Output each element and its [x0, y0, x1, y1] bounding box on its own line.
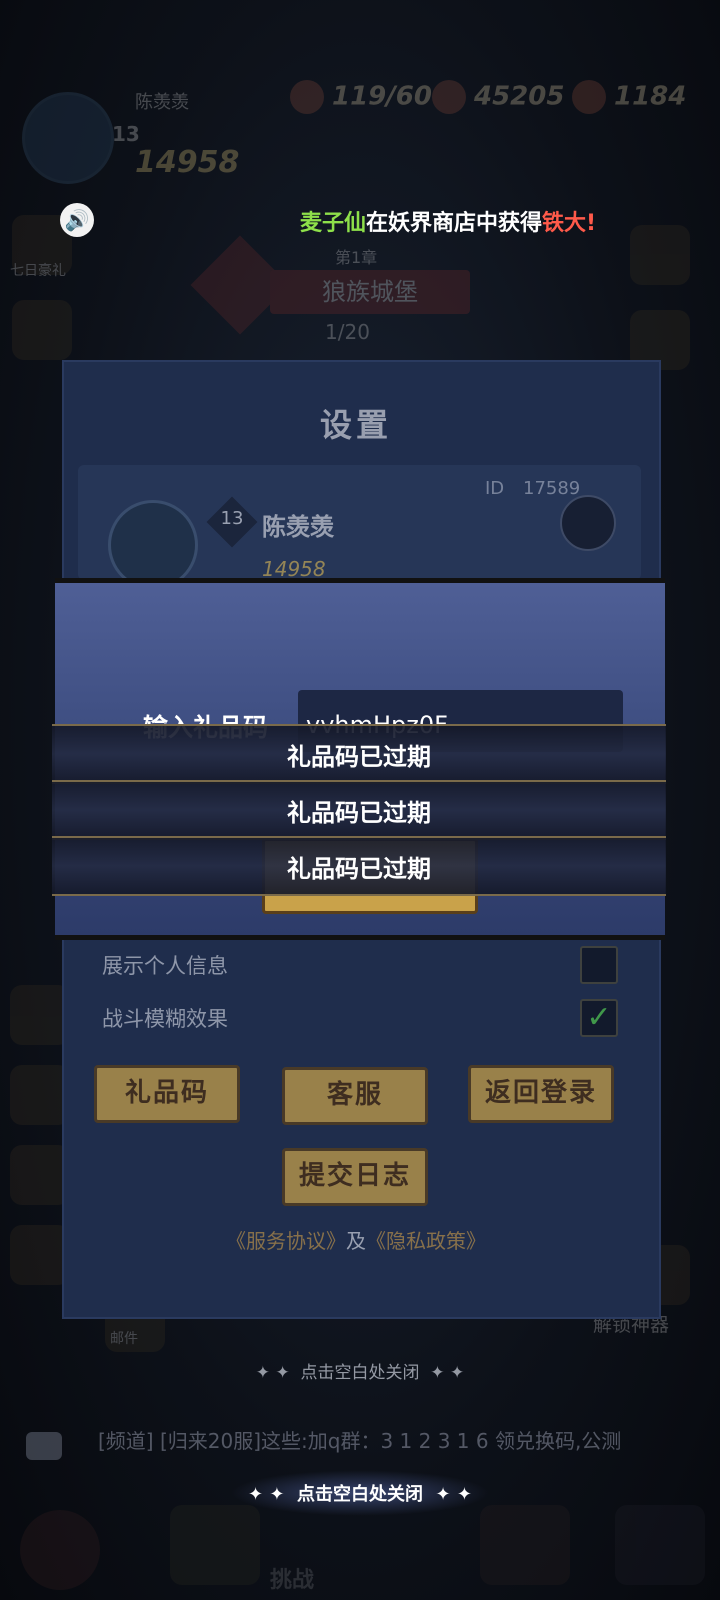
settings-title: 设置 [320, 406, 393, 444]
option-blur-label: 战斗模糊效果 [102, 1007, 228, 1031]
chat-message[interactable]: [频道] [归来20服]这些:加q群：3 1 2 3 1 6 领兑换码,公测 [98, 1425, 720, 1454]
option-blur-checkbox[interactable]: ✓ [580, 999, 618, 1037]
profile-avatar[interactable] [108, 500, 198, 590]
bottom-close-hint-text: 点击空白处关闭 [297, 1484, 423, 1505]
option-show-profile-label: 展示个人信息 [102, 954, 228, 978]
toast-message: 礼品码已过期 [52, 836, 666, 896]
checkmark-icon: ✓ [586, 1000, 612, 1035]
rename-brush-icon[interactable] [560, 495, 616, 551]
settings-close-hint[interactable]: ✦ ✦ 点击空白处关闭 ✦ ✦ [0, 1358, 720, 1383]
return-login-button[interactable]: 返回登录 [468, 1065, 614, 1123]
id-value: 17589 [523, 478, 581, 499]
option-show-profile-checkbox[interactable] [580, 946, 618, 984]
profile-level: 13 [220, 508, 244, 529]
terms-link[interactable]: 《服务协议》 [226, 1229, 346, 1253]
gift-code-button[interactable]: 礼品码 [94, 1065, 240, 1123]
toast-message: 礼品码已过期 [52, 724, 666, 784]
settings-close-hint-text: 点击空白处关闭 [300, 1363, 420, 1383]
bottom-close-hint[interactable]: ✦ ✦ 点击空白处关闭 ✦ ✦ [0, 1480, 720, 1506]
links-and: 及 [346, 1229, 366, 1253]
profile-name: 陈羡羡 [262, 513, 334, 541]
id-label: ID [485, 478, 505, 499]
privacy-link[interactable]: 《隐私政策》 [366, 1229, 486, 1253]
customer-service-button[interactable]: 客服 [282, 1067, 428, 1125]
chat-icon[interactable] [26, 1432, 62, 1460]
legal-links: 《服务协议》及《隐私政策》 [226, 1225, 486, 1254]
toast-message: 礼品码已过期 [52, 780, 666, 840]
submit-log-button[interactable]: 提交日志 [282, 1148, 428, 1206]
